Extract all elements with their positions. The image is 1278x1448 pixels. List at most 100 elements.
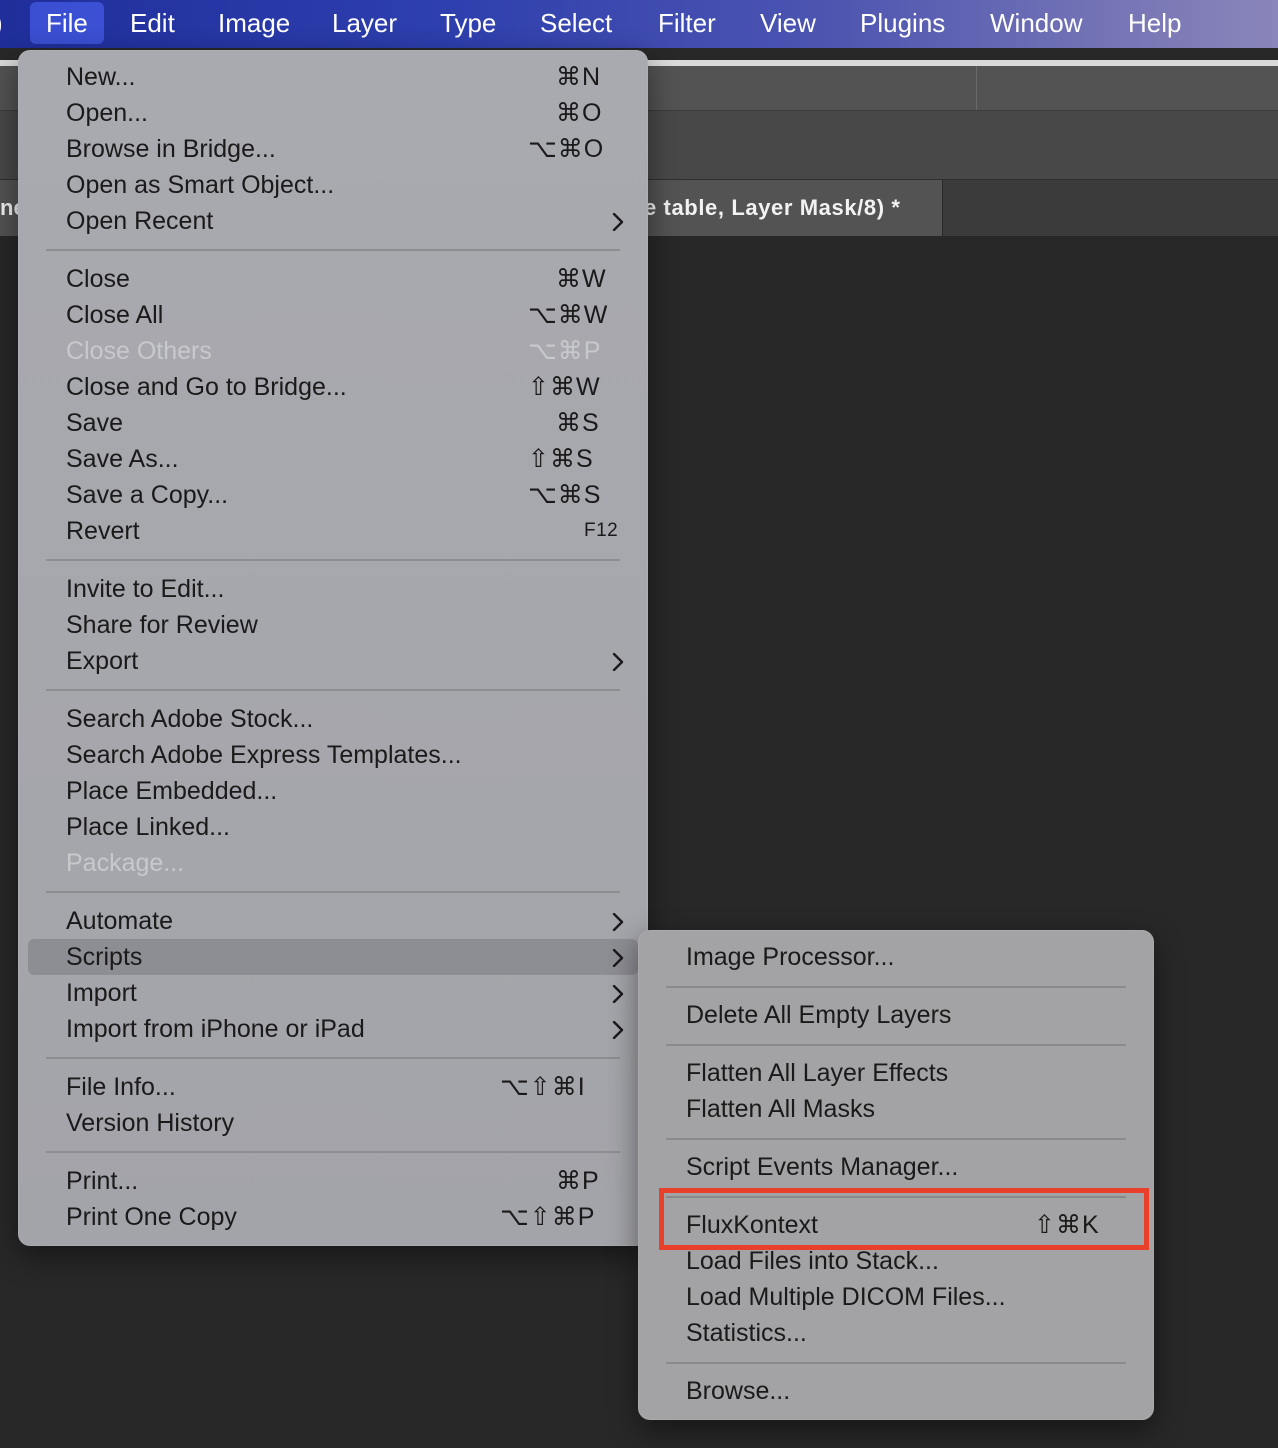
menu-item-label: Script Events Manager... xyxy=(686,1153,959,1181)
menu-plugins[interactable]: Plugins xyxy=(860,0,945,48)
scripts-submenu: Image Processor... Delete All Empty Laye… xyxy=(638,930,1154,1420)
menu-type[interactable]: Type xyxy=(440,0,496,48)
chevron-right-icon xyxy=(612,1011,626,1047)
previous-document-tab[interactable]: ne xyxy=(0,180,18,236)
menu-item-script-events-manager[interactable]: Script Events Manager... xyxy=(638,1149,1154,1185)
menu-item-invite-to-edit[interactable]: Invite to Edit... xyxy=(28,571,638,607)
menu-item-label: File Info... xyxy=(66,1073,176,1101)
menu-item-label: Search Adobe Stock... xyxy=(66,705,314,733)
menu-layer[interactable]: Layer xyxy=(332,0,397,48)
menu-item-label: Open as Smart Object... xyxy=(66,171,335,199)
menu-item-label: Image Processor... xyxy=(686,943,895,971)
menu-item-browse-in-bridge[interactable]: Browse in Bridge... ⌥⌘O xyxy=(28,131,638,167)
menu-item-label: Automate xyxy=(66,907,174,935)
menu-item-search-adobe-express-templates[interactable]: Search Adobe Express Templates... xyxy=(28,737,638,773)
menu-item-label: Load Multiple DICOM Files... xyxy=(686,1283,1006,1311)
menu-item-label: Close and Go to Bridge... xyxy=(66,373,347,401)
menu-item-label: Scripts xyxy=(66,943,143,971)
menu-item-save[interactable]: Save ⌘S xyxy=(28,405,638,441)
menu-view[interactable]: View xyxy=(760,0,816,48)
menu-image[interactable]: Image xyxy=(218,0,290,48)
chevron-right-icon xyxy=(612,203,626,239)
menu-item-open-as-smart-object[interactable]: Open as Smart Object... xyxy=(28,167,638,203)
menu-item-label: Place Embedded... xyxy=(66,777,278,805)
menu-item-new[interactable]: New... ⌘N xyxy=(28,59,638,95)
menu-item-browse[interactable]: Browse... xyxy=(638,1373,1154,1409)
menu-item-label: Open Recent xyxy=(66,207,214,235)
menu-separator xyxy=(46,1151,620,1153)
highlight-box xyxy=(659,1188,1149,1250)
shortcut: ⌥⌘O xyxy=(528,135,605,163)
menu-item-version-history[interactable]: Version History xyxy=(28,1105,638,1141)
menu-item-close[interactable]: Close ⌘W xyxy=(28,261,638,297)
menu-item-label: Place Linked... xyxy=(66,813,230,841)
menu-item-label: Close All xyxy=(66,301,164,329)
menu-item-package: Package... xyxy=(28,845,638,881)
menu-item-label: Package... xyxy=(66,849,185,877)
chevron-right-icon xyxy=(612,939,626,975)
shortcut: ⌥⌘P xyxy=(528,337,602,365)
menu-item-place-linked[interactable]: Place Linked... xyxy=(28,809,638,845)
menu-item-label: New... xyxy=(66,63,136,91)
menu-filter[interactable]: Filter xyxy=(658,0,716,48)
menu-item-import[interactable]: Import xyxy=(28,975,638,1011)
chevron-right-icon xyxy=(612,975,626,1011)
menu-item-flatten-all-masks[interactable]: Flatten All Masks xyxy=(638,1091,1154,1127)
menu-select[interactable]: Select xyxy=(540,0,612,48)
document-tab-title[interactable]: e table, Layer Mask/8) * xyxy=(644,180,901,236)
menu-separator xyxy=(666,1362,1126,1364)
menu-file[interactable]: File xyxy=(30,2,104,44)
menu-item-label: Delete All Empty Layers xyxy=(686,1001,952,1029)
menu-item-place-embedded[interactable]: Place Embedded... xyxy=(28,773,638,809)
menu-item-label: Save As... xyxy=(66,445,179,473)
menu-item-import-from-iphone-or-ipad[interactable]: Import from iPhone or iPad xyxy=(28,1011,638,1047)
menu-item-revert[interactable]: Revert F12 xyxy=(28,513,638,549)
menu-item-image-processor[interactable]: Image Processor... xyxy=(638,939,1154,975)
menu-item-label: Statistics... xyxy=(686,1319,807,1347)
menu-item-flatten-all-layer-effects[interactable]: Flatten All Layer Effects xyxy=(638,1055,1154,1091)
menu-item-label: Flatten All Layer Effects xyxy=(686,1059,949,1087)
menu-separator xyxy=(46,249,620,251)
menu-item-label: Save xyxy=(66,409,123,437)
menu-item-statistics[interactable]: Statistics... xyxy=(638,1315,1154,1351)
menu-item-print[interactable]: Print... ⌘P xyxy=(28,1163,638,1199)
menu-item-close-all[interactable]: Close All ⌥⌘W xyxy=(28,297,638,333)
menu-item-label: Browse... xyxy=(686,1377,791,1405)
apple-menu-stub[interactable]: ) xyxy=(0,0,3,48)
shortcut: ⌥⌘S xyxy=(528,481,602,509)
menu-item-load-multiple-dicom-files[interactable]: Load Multiple DICOM Files... xyxy=(638,1279,1154,1315)
menu-separator xyxy=(666,986,1126,988)
menu-item-save-as[interactable]: Save As... ⇧⌘S xyxy=(28,441,638,477)
menu-item-open[interactable]: Open... ⌘O xyxy=(28,95,638,131)
menu-item-scripts[interactable]: Scripts xyxy=(28,939,638,975)
menu-window[interactable]: Window xyxy=(990,0,1082,48)
menu-item-label: Close Others xyxy=(66,337,212,365)
menu-item-label: Export xyxy=(66,647,139,675)
menu-edit[interactable]: Edit xyxy=(130,0,175,48)
menu-item-export[interactable]: Export xyxy=(28,643,638,679)
menu-item-label: Save a Copy... xyxy=(66,481,229,509)
menu-item-open-recent[interactable]: Open Recent xyxy=(28,203,638,239)
menu-bar: ) File Edit Image Layer Type Select Filt… xyxy=(0,0,1278,48)
menu-item-label: Revert xyxy=(66,517,140,545)
menu-help[interactable]: Help xyxy=(1128,0,1181,48)
shortcut: ⌥⇧⌘I xyxy=(500,1073,586,1101)
menu-item-label: Invite to Edit... xyxy=(66,575,225,603)
shortcut: F12 xyxy=(584,520,619,541)
menu-item-search-adobe-stock[interactable]: Search Adobe Stock... xyxy=(28,701,638,737)
application-bar-divider xyxy=(976,66,977,110)
menu-item-label: Version History xyxy=(66,1109,235,1137)
menu-item-close-others: Close Others ⌥⌘P xyxy=(28,333,638,369)
menu-item-save-a-copy[interactable]: Save a Copy... ⌥⌘S xyxy=(28,477,638,513)
menu-item-automate[interactable]: Automate xyxy=(28,903,638,939)
menu-item-close-and-go-to-bridge[interactable]: Close and Go to Bridge... ⇧⌘W xyxy=(28,369,638,405)
menu-item-delete-all-empty-layers[interactable]: Delete All Empty Layers xyxy=(638,997,1154,1033)
menu-item-label: Print... xyxy=(66,1167,139,1195)
menu-item-file-info[interactable]: File Info... ⌥⇧⌘I xyxy=(28,1069,638,1105)
menu-item-print-one-copy[interactable]: Print One Copy ⌥⇧⌘P xyxy=(28,1199,638,1235)
menu-item-label: Import from iPhone or iPad xyxy=(66,1015,365,1043)
shortcut: ⌥⇧⌘P xyxy=(500,1203,596,1231)
menu-item-share-for-review[interactable]: Share for Review xyxy=(28,607,638,643)
file-menu: New... ⌘N Open... ⌘O Browse in Bridge...… xyxy=(18,50,648,1246)
chevron-right-icon xyxy=(612,643,626,679)
